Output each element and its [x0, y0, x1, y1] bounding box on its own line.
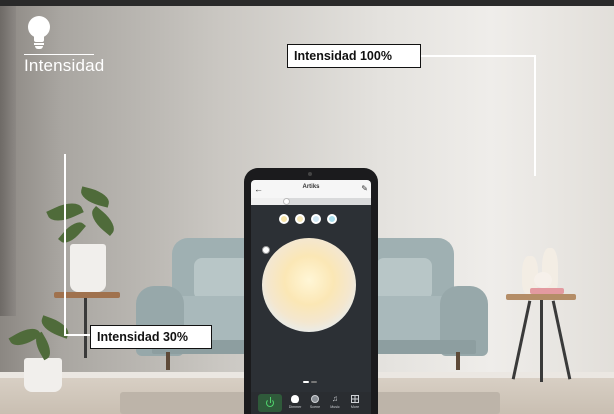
- max-intensity-label: Intensidad 100%: [287, 44, 421, 68]
- callout-line-30-horizontal: [64, 334, 90, 336]
- color-temperature-wheel[interactable]: [262, 238, 356, 332]
- color-preset[interactable]: [295, 214, 305, 224]
- color-preset[interactable]: [327, 214, 337, 224]
- min-intensity-label: Intensidad 30%: [90, 325, 212, 349]
- header-underline: [24, 54, 94, 55]
- lightbulb-icon: [26, 16, 52, 50]
- callout-line-100-vertical: [534, 55, 536, 176]
- nav-dimmer[interactable]: Dimmer: [287, 392, 303, 414]
- color-wheel-knob[interactable]: [262, 246, 270, 254]
- book-stack: [530, 288, 564, 294]
- brightness-slider[interactable]: [251, 198, 371, 205]
- brightness-fill: [251, 198, 287, 205]
- nav-more[interactable]: More: [347, 392, 363, 414]
- table-leg: [540, 300, 543, 382]
- phone-screen: ← Artiks ✎ Dimmer Scene ♫ Music More: [251, 180, 371, 414]
- plant-leaf: [87, 205, 119, 237]
- small-pot: [24, 358, 62, 392]
- app-header: ← Artiks ✎: [251, 180, 371, 198]
- phone-camera: [308, 172, 312, 176]
- grid-icon: [351, 395, 359, 403]
- plant-leaf: [58, 217, 86, 248]
- bulb-icon: [291, 395, 299, 403]
- edit-pencil-icon[interactable]: ✎: [361, 182, 368, 196]
- sofa-cushion: [194, 258, 250, 300]
- round-vase: [534, 272, 552, 288]
- page-indicator-active: [303, 381, 309, 383]
- back-arrow-icon[interactable]: ←: [254, 182, 263, 196]
- color-preset[interactable]: [279, 214, 289, 224]
- power-button[interactable]: [258, 394, 282, 412]
- brightness-knob[interactable]: [283, 198, 290, 205]
- plant-pot: [70, 244, 106, 292]
- callout-line-100-horizontal: [421, 55, 536, 57]
- sofa-leg: [166, 352, 170, 370]
- nav-music[interactable]: ♫ Music: [327, 392, 343, 414]
- table-leg: [551, 300, 572, 380]
- color-preset[interactable]: [311, 214, 321, 224]
- sofa-cushion: [376, 258, 432, 300]
- bottom-navigation: Dimmer Scene ♫ Music More: [251, 392, 371, 414]
- door-frame: [0, 6, 16, 316]
- music-icon: ♫: [332, 394, 338, 403]
- app-title: Artiks: [302, 184, 320, 190]
- smartphone: ← Artiks ✎ Dimmer Scene ♫ Music More: [244, 168, 378, 414]
- nav-scene[interactable]: Scene: [307, 392, 323, 414]
- plant-leaf: [78, 186, 112, 208]
- table-leg: [84, 298, 87, 358]
- page-indicator: [311, 381, 317, 383]
- scene-icon: [311, 395, 319, 403]
- top-border: [0, 0, 614, 6]
- table-leg: [511, 300, 532, 380]
- page-title: Intensidad: [24, 56, 105, 75]
- callout-line-30-vertical: [64, 154, 66, 336]
- sofa-leg: [456, 352, 460, 370]
